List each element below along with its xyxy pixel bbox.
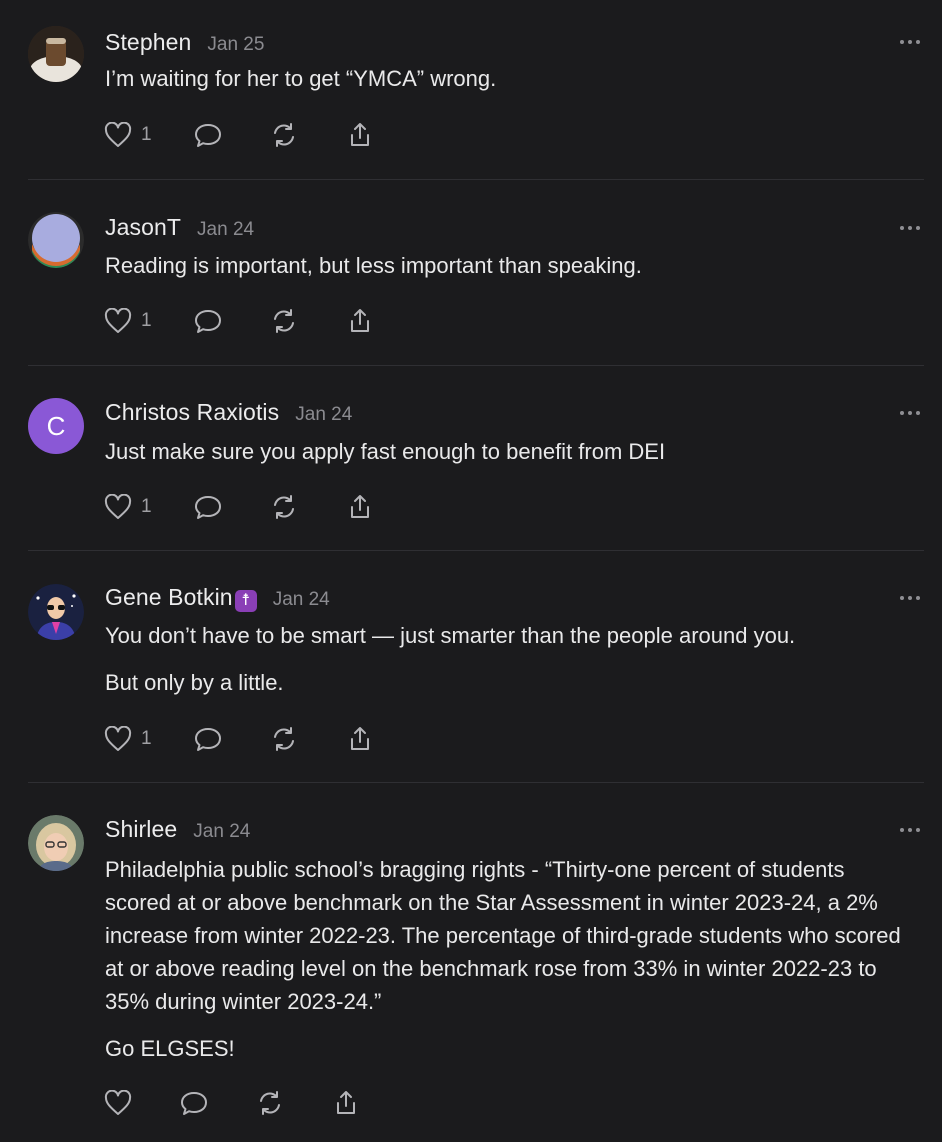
restack-icon — [273, 123, 294, 147]
restack-icon — [260, 1091, 280, 1115]
comment-bubble-icon — [181, 1092, 207, 1115]
share-icon — [350, 309, 369, 332]
like-count: 1 — [141, 124, 152, 145]
reply-button[interactable] — [194, 725, 222, 753]
reply-button[interactable] — [180, 1089, 208, 1117]
avatar-image — [28, 584, 84, 640]
share-icon — [350, 123, 369, 146]
reply-button[interactable] — [194, 307, 222, 335]
like-button[interactable]: 1 — [104, 494, 152, 520]
share-button[interactable] — [346, 121, 374, 149]
more-dots-icon[interactable] — [900, 410, 920, 416]
comment-bubble-icon — [194, 496, 221, 519]
comment-bubble-icon — [194, 728, 221, 751]
restack-icon — [273, 727, 294, 751]
reply-button[interactable] — [194, 121, 222, 149]
like-button[interactable]: 1 — [104, 122, 152, 148]
heart-icon — [104, 308, 132, 333]
comment-bubble-icon — [194, 310, 221, 333]
more-dots-icon[interactable] — [900, 39, 920, 45]
comment-bubble-icon — [194, 124, 221, 147]
restack-button[interactable] — [270, 493, 298, 521]
comment-text: Just make sure you apply fast enough to … — [105, 439, 666, 464]
comment-text: Reading is important, but less important… — [105, 253, 642, 278]
comment-date[interactable]: Jan 25 — [207, 34, 264, 56]
heart-icon — [104, 494, 132, 519]
avatar-image — [28, 26, 84, 82]
like-button[interactable] — [104, 1090, 132, 1116]
share-icon — [350, 495, 369, 518]
share-button[interactable] — [346, 307, 374, 335]
restack-button[interactable] — [270, 307, 298, 335]
divider — [28, 550, 924, 551]
author-name[interactable]: Shirlee — [105, 816, 177, 843]
comment-date[interactable]: Jan 24 — [197, 219, 254, 241]
like-count: 1 — [141, 728, 152, 749]
author-name[interactable]: Stephen — [105, 29, 191, 56]
restack-button[interactable] — [270, 725, 298, 753]
avatar[interactable] — [28, 26, 84, 82]
comment-date[interactable]: Jan 24 — [273, 589, 330, 611]
author-name[interactable]: Christos Raxiotis — [105, 399, 279, 426]
restack-button[interactable] — [270, 121, 298, 149]
like-button[interactable]: 1 — [104, 726, 152, 752]
avatar[interactable] — [28, 815, 84, 871]
divider — [28, 179, 924, 180]
more-dots-icon[interactable] — [900, 827, 920, 833]
heart-icon — [104, 726, 132, 751]
share-button[interactable] — [346, 725, 374, 753]
reply-button[interactable] — [194, 493, 222, 521]
more-dots-icon[interactable] — [900, 225, 920, 231]
like-count: 1 — [141, 310, 152, 331]
share-icon — [350, 727, 369, 750]
comment-date[interactable]: Jan 24 — [295, 404, 352, 426]
avatar-image — [28, 815, 84, 871]
comment-date[interactable]: Jan 24 — [193, 821, 250, 843]
divider — [28, 782, 924, 783]
restack-icon — [273, 309, 294, 333]
comment-text: But only by a little. — [105, 670, 284, 695]
share-icon — [337, 1091, 355, 1114]
author-name[interactable]: JasonT — [105, 214, 181, 241]
author-badge: ☨ — [234, 590, 257, 612]
comment-text: I’m waiting for her to get “YMCA” wrong. — [105, 66, 497, 91]
share-button[interactable] — [346, 493, 374, 521]
restack-button[interactable] — [256, 1089, 284, 1117]
avatar-image — [28, 212, 84, 268]
like-button[interactable]: 1 — [104, 308, 152, 334]
comment-text: Go ELGSES! — [105, 1036, 235, 1061]
author-name[interactable]: Gene Botkin — [105, 584, 233, 611]
heart-icon — [104, 1090, 132, 1115]
comment-text: Philadelphia public school’s bragging ri… — [105, 857, 901, 1014]
avatar[interactable]: C — [28, 398, 84, 454]
like-count: 1 — [141, 496, 152, 517]
divider — [28, 365, 924, 366]
more-dots-icon[interactable] — [900, 595, 920, 601]
comment-text: You don’t have to be smart — just smarte… — [105, 623, 796, 648]
restack-icon — [273, 495, 294, 519]
heart-icon — [104, 122, 132, 147]
avatar[interactable] — [28, 584, 84, 640]
avatar-letter: C — [46, 410, 66, 441]
avatar[interactable] — [28, 212, 84, 268]
share-button[interactable] — [332, 1089, 360, 1117]
